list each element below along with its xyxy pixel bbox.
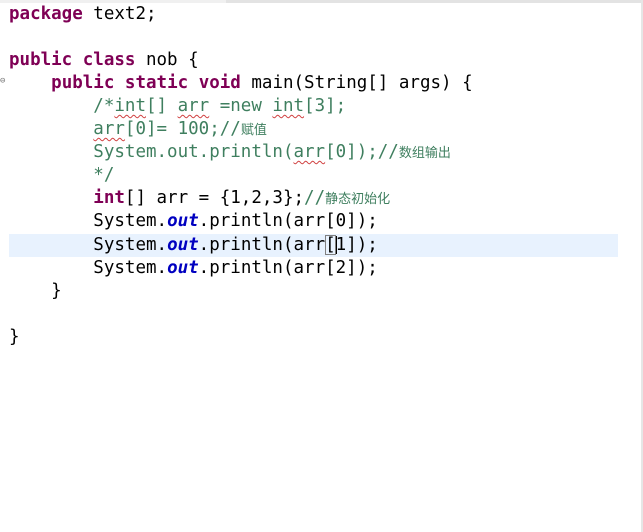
comment-text: =new bbox=[209, 96, 273, 116]
keyword: package bbox=[9, 4, 83, 24]
comment-text: [0]);// bbox=[325, 142, 399, 162]
code-text: } bbox=[9, 327, 20, 347]
code-line-12[interactable]: System.out.println(arr[2]); bbox=[9, 257, 378, 280]
matching-bracket: [ bbox=[325, 235, 336, 255]
code-text: System. bbox=[93, 211, 168, 231]
comment-chinese: 数组输出 bbox=[398, 146, 451, 161]
comment-text: */ bbox=[93, 165, 115, 185]
code-line-13[interactable]: } bbox=[9, 280, 62, 303]
code-text: 1]); bbox=[335, 235, 378, 255]
code-text: [] arr = {1,2,3}; bbox=[124, 188, 305, 208]
code-text: nob { bbox=[135, 50, 199, 70]
code-text: .println(arr[2]); bbox=[198, 258, 378, 278]
comment-chinese: 静态初始化 bbox=[325, 192, 391, 207]
keyword: static bbox=[124, 73, 189, 93]
spell-error: arr bbox=[293, 142, 326, 162]
code-line-3[interactable]: public class nob { bbox=[9, 49, 199, 72]
code-text: .println(arr[0]); bbox=[198, 211, 378, 231]
code-line-7[interactable]: System.out.println(arr[0]);//数组输出 bbox=[9, 141, 451, 164]
code-line-6[interactable]: arr[0]= 100;//赋值 bbox=[9, 118, 267, 141]
comment-text: // bbox=[304, 188, 326, 208]
comment-text: [] bbox=[145, 96, 178, 116]
static-field: out bbox=[167, 258, 199, 278]
static-field: out bbox=[167, 235, 199, 255]
code-line-15[interactable]: } bbox=[9, 326, 20, 349]
code-text: text2; bbox=[82, 4, 157, 24]
code-line-1[interactable]: package text2; bbox=[9, 3, 157, 26]
keyword: class bbox=[82, 50, 136, 70]
code-line-10[interactable]: System.out.println(arr[0]); bbox=[9, 210, 378, 233]
comment-chinese: 赋值 bbox=[240, 123, 267, 138]
keyword: public bbox=[51, 73, 115, 93]
spell-error: int bbox=[114, 96, 146, 116]
code-line-9[interactable]: int[] arr = {1,2,3};//静态初始化 bbox=[9, 187, 390, 210]
code-text: } bbox=[51, 281, 62, 301]
code-text: main(String[] args) { bbox=[240, 73, 473, 93]
keyword: void bbox=[198, 73, 241, 93]
spell-error: int bbox=[272, 96, 305, 116]
code-text: .println(arr bbox=[198, 235, 326, 255]
fold-collapse-icon[interactable]: ⊖ bbox=[0, 77, 5, 86]
code-line-8[interactable]: */ bbox=[9, 164, 114, 187]
code-text: System. bbox=[93, 235, 168, 255]
comment-text: [0]= 100;// bbox=[124, 119, 241, 139]
keyword: public bbox=[9, 50, 73, 70]
static-field: out bbox=[167, 211, 199, 231]
comment-text: System.out.println( bbox=[93, 142, 294, 162]
comment-text: [3]; bbox=[304, 96, 347, 116]
code-line-11[interactable]: System.out.println(arr[1]); bbox=[9, 234, 378, 257]
tab-strip-edge bbox=[226, 0, 643, 3]
code-line-5[interactable]: /*int[] arr =new int[3]; bbox=[9, 95, 346, 118]
spell-error: arr bbox=[177, 96, 210, 116]
code-editor[interactable]: ⊖ package text2; public class nob { publ… bbox=[0, 0, 643, 532]
keyword: int bbox=[93, 188, 125, 208]
spell-error: arr bbox=[93, 119, 125, 139]
code-text: System. bbox=[93, 258, 168, 278]
code-line-4[interactable]: public static void main(String[] args) { bbox=[9, 72, 473, 95]
comment-text: /* bbox=[93, 96, 115, 116]
